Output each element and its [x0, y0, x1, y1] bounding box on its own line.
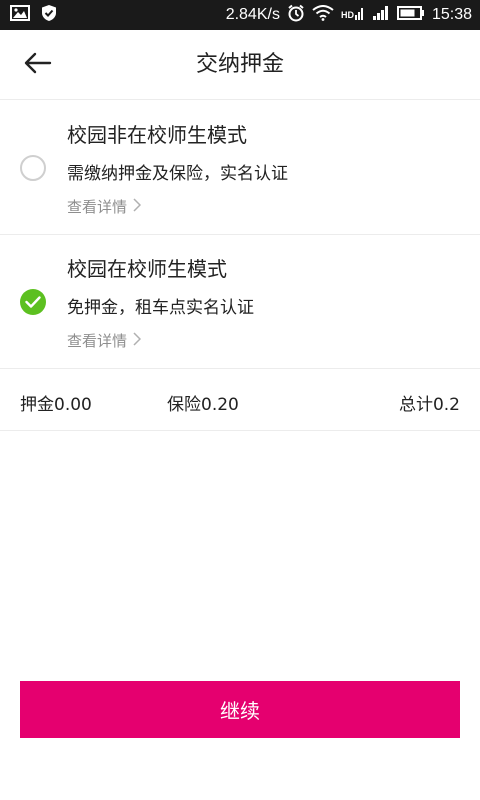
svg-text:HD: HD: [341, 10, 354, 20]
battery-icon: [396, 5, 425, 25]
insurance-amount: 保险0.20: [167, 395, 239, 415]
view-details-label: 查看详情: [67, 198, 128, 216]
status-left: [10, 4, 58, 26]
total-amount: 总计0.2: [398, 395, 460, 415]
shield-icon: [40, 4, 58, 26]
option-description: 需缴纳押金及保险，实名认证: [67, 164, 288, 184]
status-bar: 2.84K/s HD 15:38: [0, 0, 480, 30]
nav-bar: 交纳押金: [0, 30, 480, 100]
view-details-label: 查看详情: [67, 332, 128, 350]
view-details-link[interactable]: 查看详情: [67, 196, 142, 217]
option-campus[interactable]: 校园在校师生模式 免押金，租车点实名认证 查看详情: [0, 235, 480, 369]
radio-checked-icon[interactable]: [20, 289, 46, 315]
wifi-icon: [312, 5, 334, 25]
fee-summary: 押金0.00 保险0.20 总计0.2: [0, 369, 480, 431]
option-non-campus[interactable]: 校园非在校师生模式 需缴纳押金及保险，实名认证 查看详情: [0, 101, 480, 235]
deposit-amount: 押金0.00: [20, 395, 92, 415]
chevron-right-icon: [133, 197, 142, 216]
status-right: 2.84K/s HD 15:38: [226, 4, 472, 26]
option-title: 校园非在校师生模式: [67, 123, 247, 147]
chevron-right-icon: [133, 331, 142, 350]
view-details-link[interactable]: 查看详情: [67, 330, 142, 351]
alarm-icon: [287, 4, 305, 26]
continue-button[interactable]: 继续: [20, 681, 460, 738]
radio-unchecked-icon[interactable]: [20, 155, 46, 181]
image-icon: [10, 5, 30, 25]
network-speed: 2.84K/s: [225, 6, 280, 23]
signal-icon: [372, 5, 390, 25]
hd-signal-icon: HD: [341, 5, 365, 25]
option-title: 校园在校师生模式: [67, 257, 227, 281]
clock: 15:38: [431, 6, 472, 23]
page-title: 交纳押金: [195, 52, 284, 77]
option-description: 免押金，租车点实名认证: [67, 298, 254, 318]
